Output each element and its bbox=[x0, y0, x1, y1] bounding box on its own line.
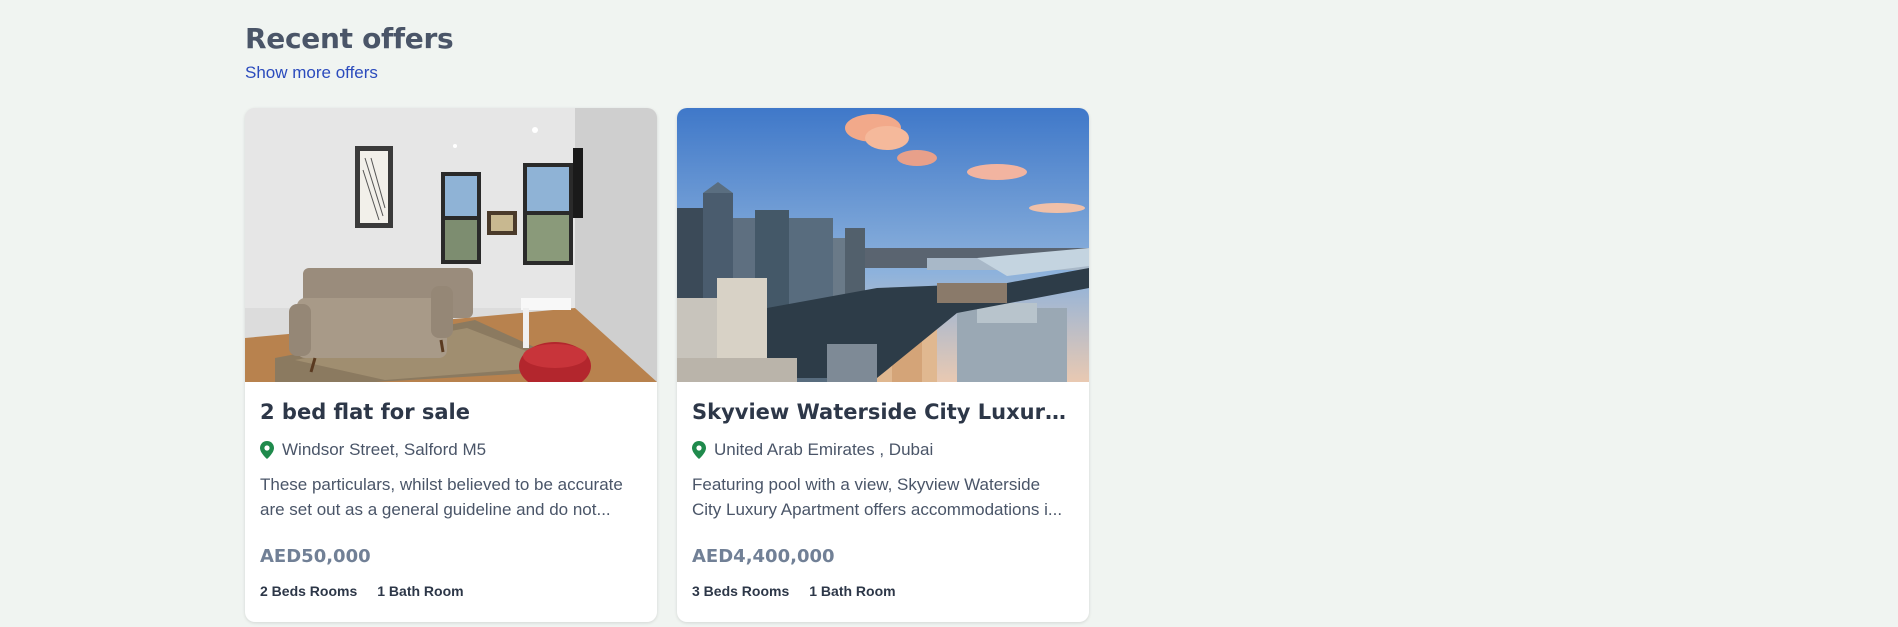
offer-price: AED50,000 bbox=[260, 546, 371, 567]
section-title: Recent offers bbox=[245, 22, 454, 55]
offer-beds: 3 Beds Rooms bbox=[692, 583, 790, 599]
offer-description: These particulars, whilst believed to be… bbox=[260, 475, 623, 519]
offer-card[interactable]: Skyview Waterside City Luxury Apa... Uni… bbox=[677, 108, 1089, 622]
offer-baths: 1 Bath Room bbox=[377, 583, 464, 599]
recent-offers-header: Recent offers Show more offers bbox=[245, 22, 454, 83]
living-room-photo[interactable] bbox=[245, 108, 657, 382]
show-more-offers-link[interactable]: Show more offers bbox=[245, 63, 378, 83]
offer-location: United Arab Emirates , Dubai bbox=[692, 440, 1074, 460]
offer-location-text: Windsor Street, Salford M5 bbox=[282, 440, 487, 459]
location-pin-icon bbox=[692, 441, 706, 459]
offer-location-text: United Arab Emirates , Dubai bbox=[714, 440, 934, 459]
offer-location: Windsor Street, Salford M5 bbox=[260, 440, 642, 460]
offer-price: AED4,400,000 bbox=[692, 546, 835, 567]
offer-description: Featuring pool with a view, Skyview Wate… bbox=[692, 475, 1063, 519]
city-skyline-photo[interactable] bbox=[677, 108, 1089, 382]
offer-title[interactable]: 2 bed flat for sale bbox=[260, 400, 642, 424]
offer-beds: 2 Beds Rooms bbox=[260, 583, 358, 599]
offer-cards: 2 bed flat for sale Windsor Street, Salf… bbox=[245, 108, 1089, 622]
offer-features: 3 Beds Rooms 1 Bath Room bbox=[692, 583, 1074, 599]
location-pin-icon bbox=[260, 441, 274, 459]
offer-baths: 1 Bath Room bbox=[809, 583, 896, 599]
offer-card[interactable]: 2 bed flat for sale Windsor Street, Salf… bbox=[245, 108, 657, 622]
offer-title[interactable]: Skyview Waterside City Luxury Apa... bbox=[692, 400, 1074, 424]
offer-features: 2 Beds Rooms 1 Bath Room bbox=[260, 583, 642, 599]
